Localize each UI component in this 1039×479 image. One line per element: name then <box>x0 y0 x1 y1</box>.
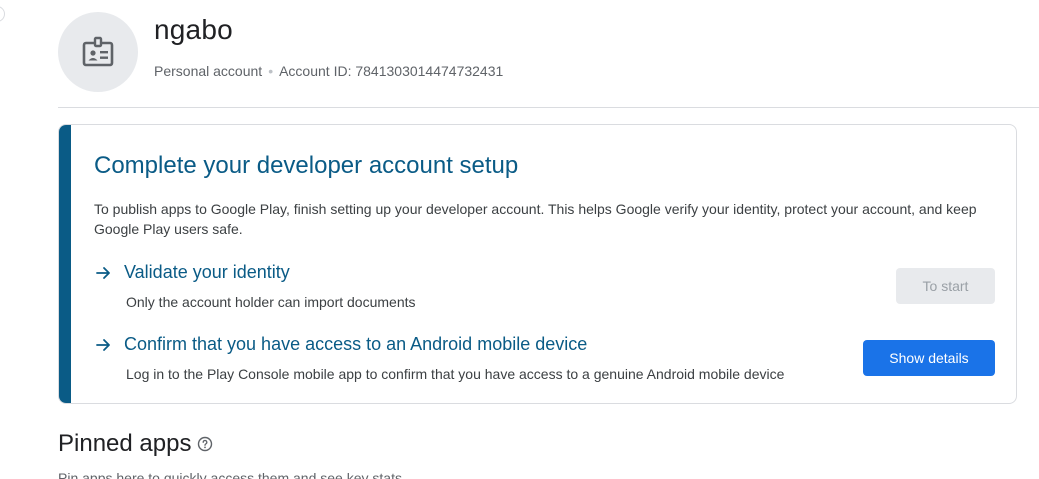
show-details-button[interactable]: Show details <box>863 340 995 376</box>
pinned-apps-heading: Pinned apps <box>58 430 213 458</box>
step-validate-identity: Validate your identity Only the account … <box>94 262 994 322</box>
account-id: Account ID: 7841303014474732431 <box>279 63 504 79</box>
step-title: Validate your identity <box>124 262 290 282</box>
header-divider <box>58 107 1039 108</box>
card-description: To publish apps to Google Play, finish s… <box>94 201 977 237</box>
account-name: ngabo <box>154 14 233 45</box>
account-avatar <box>58 12 138 92</box>
account-header: ngabo Personal account • Account ID: 78413… <box>58 12 1018 92</box>
card-title: Complete your developer account setup <box>94 152 519 179</box>
arrow-right-icon <box>96 339 110 351</box>
side-panel-edge[interactable] <box>0 6 5 22</box>
meta-separator: • <box>268 63 274 79</box>
step-subtitle: Log in to the Play Console mobile app to… <box>126 366 785 382</box>
to-start-button[interactable]: To start <box>896 268 995 304</box>
pinned-apps-title: Pinned apps <box>58 430 192 457</box>
step-title: Confirm that you have access to an Andro… <box>124 334 588 354</box>
card-accent-bar <box>59 125 71 403</box>
id-badge-icon <box>82 36 114 67</box>
pinned-apps-description: Pin apps here to quickly access them and… <box>58 470 402 479</box>
setup-card: Complete your developer account setup To… <box>58 124 1017 404</box>
account-meta: Personal account • Account ID: 78413030144… <box>154 63 503 79</box>
arrow-right-icon <box>96 267 110 279</box>
account-type: Personal account <box>154 63 263 79</box>
step-subtitle: Only the account holder can import docum… <box>126 294 416 310</box>
help-circle-icon[interactable] <box>197 436 213 452</box>
play-console-home: ngabo Personal account • Account ID: 78413… <box>0 0 1039 479</box>
step-confirm-device: Confirm that you have access to an Andro… <box>94 334 994 394</box>
